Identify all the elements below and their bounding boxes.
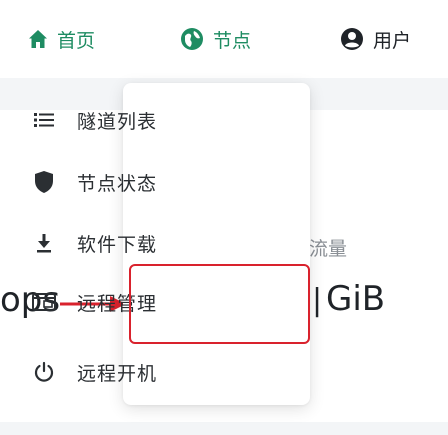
nav-node-label: 节点 [213, 29, 252, 52]
nav-user[interactable]: 用户 [340, 24, 411, 54]
menu-item-software-download[interactable]: 软件下载 [0, 223, 187, 263]
shield-icon [31, 169, 57, 195]
nav-home[interactable]: 首页 [28, 24, 95, 54]
separator-right: | [312, 283, 323, 318]
power-icon [31, 359, 57, 385]
globe-icon [180, 27, 204, 51]
nav-home-label: 首页 [57, 29, 96, 52]
user-icon [340, 27, 364, 51]
menu-item-node-status[interactable]: 节点状态 [0, 162, 187, 202]
menu-item-label: 节点状态 [77, 172, 158, 195]
remote-window-icon [31, 289, 57, 315]
highlight-box [129, 264, 310, 344]
traffic-label: 流量 [309, 238, 348, 260]
menu-item-remote-boot[interactable]: 远程开机 [0, 352, 187, 392]
list-icon [31, 107, 57, 133]
nav-node[interactable]: 节点 [180, 24, 251, 54]
menu-item-label: 远程开机 [77, 362, 158, 385]
download-icon [31, 230, 57, 256]
menu-item-tunnel-list[interactable]: 隧道列表 [0, 100, 187, 140]
nav-user-label: 用户 [373, 29, 412, 52]
home-icon [28, 29, 48, 49]
traffic-unit-text: GiB [326, 279, 386, 319]
menu-item-label: 软件下载 [77, 233, 158, 256]
menu-item-label: 隧道列表 [77, 110, 158, 133]
top-navigation: 首页 节点 用户 [0, 0, 448, 78]
